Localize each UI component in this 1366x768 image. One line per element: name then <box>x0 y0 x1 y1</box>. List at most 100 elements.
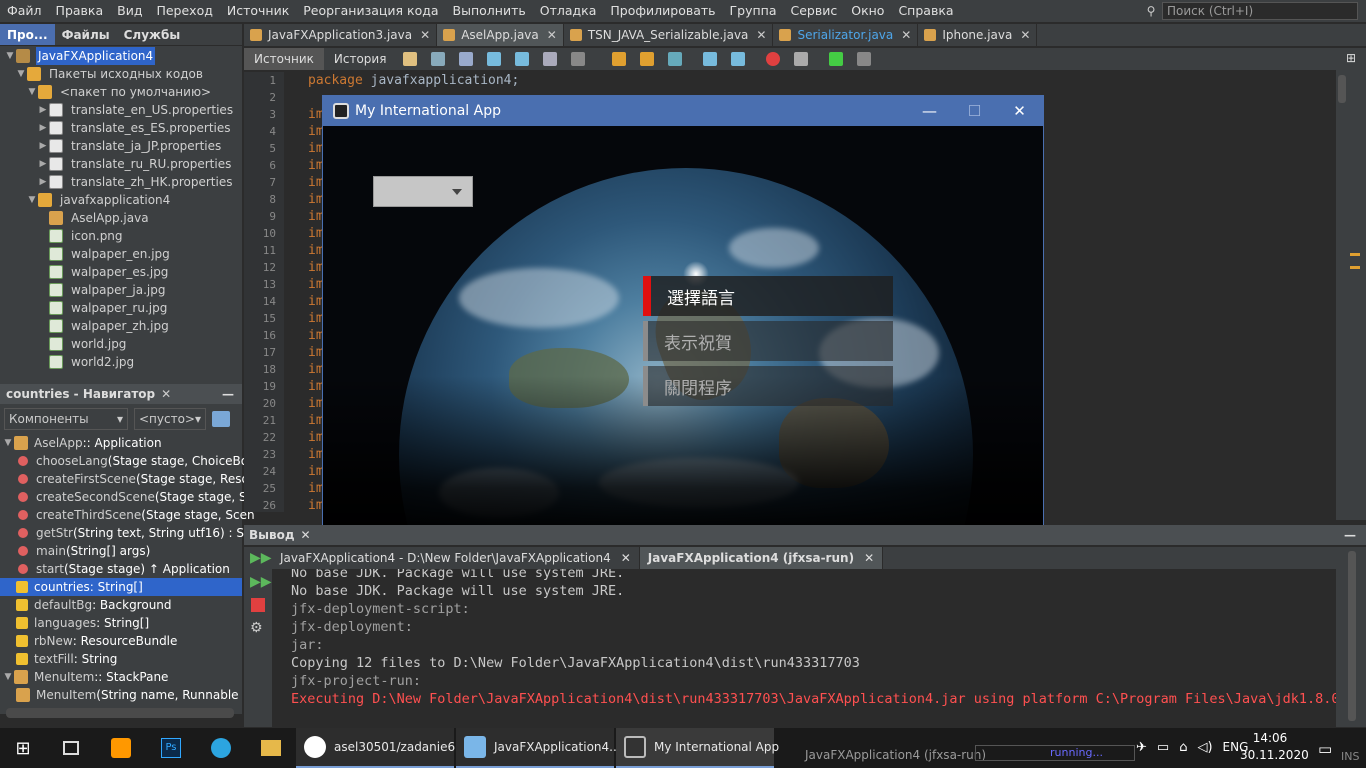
navigator-item[interactable]: createThirdScene (Stage stage, Scen <box>0 506 255 524</box>
menu-item[interactable]: Правка <box>49 0 111 22</box>
stop-macro-icon[interactable] <box>794 52 809 66</box>
maximize-button[interactable]: ☐ <box>952 96 997 126</box>
comment-icon[interactable] <box>829 52 844 66</box>
shift-right-icon[interactable] <box>731 52 746 66</box>
navigator-item[interactable]: rbNew : ResourceBundle <box>0 632 242 650</box>
expand-arrow-icon[interactable]: ▼ <box>4 47 16 65</box>
selection-icon[interactable] <box>571 52 586 66</box>
menu-item[interactable]: Реорганизация кода <box>296 0 445 22</box>
tree-item[interactable]: world.jpg <box>0 335 242 353</box>
warning-marker[interactable] <box>1350 266 1360 269</box>
navigator-item[interactable]: main (String[] args) <box>0 542 242 560</box>
shift-down-icon[interactable] <box>640 52 655 66</box>
tree-item[interactable]: ▶ translate_es_ES.properties <box>0 119 242 137</box>
tree-item[interactable]: ▶ translate_en_US.properties <box>0 101 242 119</box>
navigator-item[interactable]: ▼ MenuItem :: StackPane <box>0 668 242 686</box>
photoshop-button[interactable]: Ps <box>146 728 196 768</box>
tree-item[interactable]: ▶ translate_ja_JP.properties <box>0 137 242 155</box>
tree-item[interactable]: ▼ JavaFXApplication4 <box>0 47 242 65</box>
navigator-item[interactable]: textFill : String <box>0 650 242 668</box>
menu-item[interactable]: Вид <box>110 0 149 22</box>
close-button[interactable]: ✕ <box>997 96 1042 126</box>
horizontal-scrollbar[interactable] <box>6 708 234 718</box>
expand-arrow-icon[interactable]: ▼ <box>26 191 38 209</box>
menu-item[interactable]: Группа <box>723 0 784 22</box>
navigator-item[interactable]: chooseLang (Stage stage, ChoiceBo <box>0 452 248 470</box>
close-icon[interactable]: ✕ <box>1020 28 1030 42</box>
minimize-icon[interactable]: — <box>222 387 234 401</box>
close-icon[interactable]: ✕ <box>301 528 311 542</box>
source-tab[interactable]: Источник <box>244 48 324 70</box>
tree-item[interactable]: icon.png <box>0 227 242 245</box>
navigator-item[interactable]: getStr (String text, String utf16) : Stri… <box>0 524 265 542</box>
tree-item[interactable]: walpaper_ja.jpg <box>0 281 242 299</box>
taskbar-app-my-international-app[interactable]: My International App <box>616 728 779 768</box>
menu-item-choose-language[interactable]: 選擇語言 <box>643 276 893 316</box>
minimize-icon[interactable]: — <box>1344 528 1356 542</box>
menu-item[interactable]: Сервис <box>784 0 845 22</box>
editor-tab[interactable]: Serializator.java ✕ <box>773 24 919 46</box>
tree-item[interactable]: walpaper_es.jpg <box>0 263 242 281</box>
find-prev-icon[interactable] <box>487 52 502 66</box>
shift-up-icon[interactable] <box>612 52 627 66</box>
editor-tab[interactable]: TSN_JAVA_Serializable.java ✕ <box>564 24 774 46</box>
close-icon[interactable]: ✕ <box>621 551 631 565</box>
navigator-item[interactable]: languages : String[] <box>0 614 242 632</box>
tree-item[interactable]: walpaper_en.jpg <box>0 245 242 263</box>
expand-arrow-icon[interactable]: ▼ <box>15 65 27 83</box>
battery-icon[interactable]: ▭ <box>1157 740 1169 755</box>
menu-item[interactable]: Переход <box>149 0 219 22</box>
rerun-with-params-icon[interactable]: ▶▶ <box>250 574 272 590</box>
search-icon[interactable] <box>459 52 474 66</box>
tree-item[interactable]: walpaper_zh.jpg <box>0 317 242 335</box>
explorer-button[interactable] <box>246 728 296 768</box>
expand-arrow-icon[interactable]: ▼ <box>2 434 14 452</box>
clock[interactable]: 14:06 30.11.2020 <box>1240 730 1309 764</box>
output-tab[interactable]: JavaFXApplication4 (jfxsa-run) ✕ <box>639 547 884 569</box>
taskbar-app-netbeans[interactable]: JavaFXApplication4... <box>456 728 621 768</box>
navigator-item[interactable]: countries : String[] <box>0 578 242 596</box>
history-tab[interactable]: История <box>324 48 397 70</box>
close-icon[interactable]: ✕ <box>864 551 874 565</box>
expand-arrow-icon[interactable]: ▶ <box>37 119 49 137</box>
menu-item-close-program[interactable]: 關閉程序 <box>643 366 893 406</box>
toggle-highlight-icon[interactable] <box>543 52 558 66</box>
menu-item[interactable]: Источник <box>220 0 296 22</box>
close-icon[interactable]: ✕ <box>756 28 766 42</box>
close-icon[interactable]: ✕ <box>901 28 911 42</box>
close-icon[interactable]: ✕ <box>161 387 171 401</box>
editor-tab[interactable]: Iphone.java ✕ <box>918 24 1038 46</box>
tab-services[interactable]: Службы <box>117 24 188 45</box>
shift-left-icon[interactable] <box>703 52 718 66</box>
expand-arrow-icon[interactable]: ▶ <box>37 137 49 155</box>
split-icon[interactable]: ⊞ <box>1336 51 1366 65</box>
components-select[interactable]: Компоненты ▾ <box>4 408 128 430</box>
vertical-scrollbar[interactable] <box>1348 551 1356 721</box>
editor-tab[interactable]: AselApp.java ✕ <box>437 24 564 46</box>
tree-item[interactable]: ▼ <пакет по умолчанию> <box>0 83 242 101</box>
close-icon[interactable]: ✕ <box>547 28 557 42</box>
expand-arrow-icon[interactable]: ▶ <box>37 173 49 191</box>
language-choice-box[interactable] <box>373 176 473 207</box>
settings-icon[interactable]: ⚙ <box>250 620 272 636</box>
back-icon[interactable] <box>403 52 418 66</box>
tree-item[interactable]: world2.jpg <box>0 353 242 371</box>
menu-item-show-greeting[interactable]: 表示祝賀 <box>643 321 893 361</box>
find-next-icon[interactable] <box>515 52 530 66</box>
output-tab[interactable]: JavaFXApplication4 - D:\New Folder\JavaF… <box>272 547 640 569</box>
network-icon[interactable]: ⌂ <box>1179 740 1187 755</box>
airplane-icon[interactable]: ✈ <box>1136 740 1147 755</box>
menu-item[interactable]: Справка <box>891 0 960 22</box>
run-progress[interactable]: running... <box>975 745 1135 761</box>
vertical-scrollbar[interactable] <box>1338 75 1346 103</box>
tree-item[interactable]: ▼ Пакеты исходных кодов <box>0 65 242 83</box>
taskbar-app-yandex[interactable]: asel30501/zadanie6... <box>296 728 467 768</box>
menu-item[interactable]: Отладка <box>533 0 604 22</box>
expand-arrow-icon[interactable]: ▶ <box>37 155 49 173</box>
tree-item[interactable]: ▶ translate_ru_RU.properties <box>0 155 242 173</box>
tree-item[interactable]: AselApp.java <box>0 209 242 227</box>
expand-arrow-icon[interactable]: ▼ <box>2 668 14 686</box>
sublime-button[interactable] <box>96 728 146 768</box>
navigator-item[interactable]: createFirstScene (Stage stage, Reso <box>0 470 249 488</box>
output-console[interactable]: No base JDK. Package will use system JRE… <box>272 569 1336 727</box>
